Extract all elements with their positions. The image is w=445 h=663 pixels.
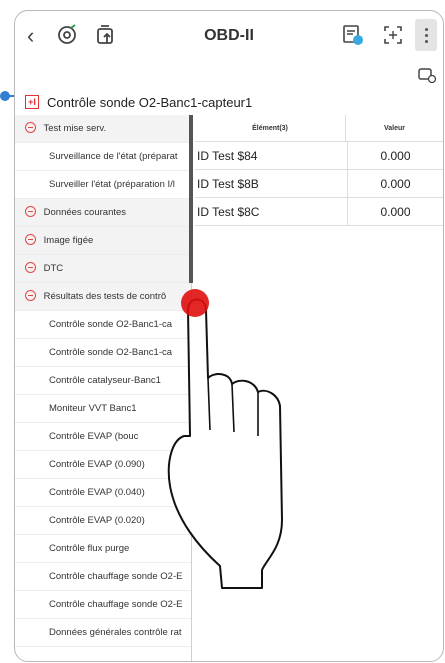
group-label: DTC	[43, 263, 64, 274]
group-label: Image figée	[43, 235, 94, 246]
cell-element: ID Test $8C	[195, 198, 348, 225]
sidebar-item[interactable]: Contrôle chauffage sonde O2-E	[15, 563, 191, 591]
table-row[interactable]: ID Test $8C 0.000	[195, 198, 443, 226]
sidebar-tree: Test mise serv. Surveillance de l'état (…	[15, 115, 192, 661]
dot-icon	[425, 28, 428, 31]
group-label: Données courantes	[43, 207, 127, 218]
cell-element: ID Test $84	[195, 142, 348, 169]
sidebar-item[interactable]: Contrôle EVAP (0.040)	[15, 479, 191, 507]
top-bar: ‹ OBD-II	[15, 11, 443, 61]
cell-value: 0.000	[380, 176, 411, 191]
panel-resize-handle[interactable]	[189, 115, 193, 283]
column-header-value: Valeur	[383, 124, 405, 132]
collapse-minus-icon[interactable]	[25, 289, 36, 301]
report-icon[interactable]	[341, 23, 365, 47]
sidebar-group-dtc[interactable]: DTC	[15, 255, 191, 283]
sidebar-item[interactable]: Contrôle EVAP (bouc	[15, 423, 191, 451]
more-options-button[interactable]	[415, 19, 437, 51]
collapse-icon[interactable]: +I	[25, 95, 39, 109]
cell-element: ID Test $8B	[195, 170, 348, 197]
table-row[interactable]: ID Test $8B 0.000	[195, 170, 443, 198]
table-row[interactable]: ID Test $84 0.000	[195, 142, 443, 170]
fullscreen-icon[interactable]	[381, 23, 405, 47]
dot-icon	[425, 34, 428, 37]
section-header: +I Contrôle sonde O2-Banc1-capteur1	[25, 91, 252, 113]
sidebar-item[interactable]: Contrôle catalyseur-Banc1	[15, 367, 191, 395]
sidebar-item[interactable]: Contrôle flux purge	[15, 535, 191, 563]
vehicle-settings-icon[interactable]	[417, 67, 437, 83]
sidebar-item[interactable]: Contrôle EVAP (0.020)	[15, 507, 191, 535]
data-table: Élément(3) Valeur ID Test $84 0.000 ID T…	[195, 115, 443, 226]
sidebar-group-resultats-tests[interactable]: Résultats des tests de contrô	[15, 283, 191, 311]
collapse-minus-icon[interactable]	[25, 205, 36, 217]
column-header-element: Élément(3)	[195, 115, 346, 141]
device-screen: ‹ OBD-II +I Contrôle sonde O2-Banc1-capt…	[14, 10, 444, 662]
sidebar-item[interactable]: Contrôle sonde O2-Banc1-ca	[15, 311, 191, 339]
group-label: Test mise serv.	[43, 123, 107, 134]
dot-icon	[425, 40, 428, 43]
sidebar-item[interactable]: Surveillance de l'état (préparat	[15, 143, 191, 171]
page-title: OBD-II	[204, 27, 254, 44]
cell-value: 0.000	[380, 204, 411, 219]
sidebar-item[interactable]: Données générales contrôle rat	[15, 619, 191, 647]
sidebar-item[interactable]: Contrôle chauffage sonde O2-E	[15, 591, 191, 619]
collapse-minus-icon[interactable]	[25, 261, 36, 273]
sidebar-item[interactable]: Moniteur VVT Banc1	[15, 395, 191, 423]
cell-value: 0.000	[380, 148, 411, 163]
collapse-minus-icon[interactable]	[25, 233, 36, 245]
sidebar-group-test-mise-serv[interactable]: Test mise serv.	[15, 115, 191, 143]
section-title: Contrôle sonde O2-Banc1-capteur1	[47, 94, 253, 110]
sidebar-item[interactable]: Surveiller l'état (préparation I/l	[15, 171, 191, 199]
group-label: Résultats des tests de contrô	[43, 291, 167, 302]
table-header: Élément(3) Valeur	[195, 115, 443, 142]
sidebar-item[interactable]: Contrôle sonde O2-Banc1-ca	[15, 339, 191, 367]
sidebar-group-donnees-courantes[interactable]: Données courantes	[15, 199, 191, 227]
sidebar-item[interactable]: Contrôle EVAP (0.090)	[15, 451, 191, 479]
collapse-minus-icon[interactable]	[25, 121, 36, 133]
sidebar-group-image-figee[interactable]: Image figée	[15, 227, 191, 255]
